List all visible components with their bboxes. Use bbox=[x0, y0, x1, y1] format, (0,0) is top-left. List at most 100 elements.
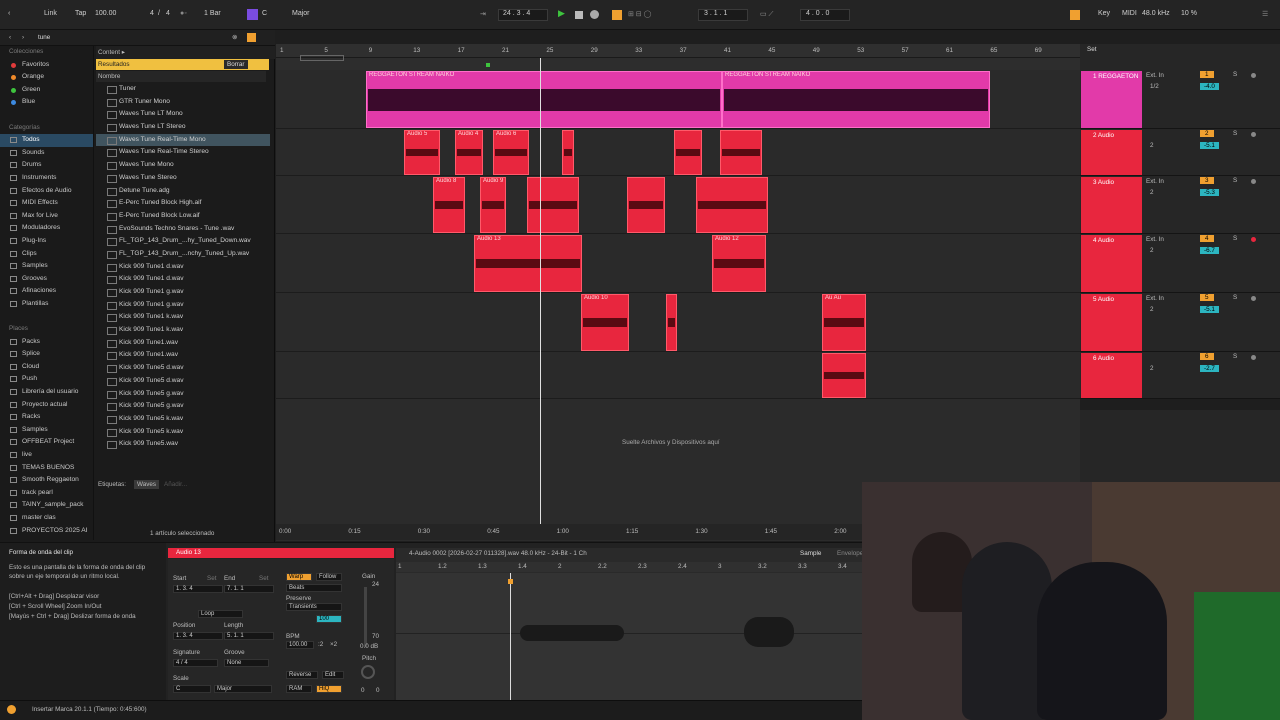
key-scale[interactable]: Major bbox=[292, 10, 310, 17]
length-field[interactable]: 5. 1. 1 bbox=[224, 632, 274, 640]
solo-button[interactable]: S bbox=[1233, 294, 1237, 301]
track-header-4[interactable]: 4 Audio Ext. In 2 4 -6.7 S bbox=[1080, 234, 1280, 293]
clip-audio-5[interactable]: Audio 5 bbox=[404, 130, 440, 175]
clip-audio-f[interactable] bbox=[627, 177, 665, 233]
category-item[interactable]: Efectos de Audio bbox=[0, 185, 93, 198]
clear-button[interactable]: Borrar bbox=[224, 60, 248, 69]
name-column-header[interactable]: Nombre bbox=[98, 73, 120, 80]
record-icon[interactable] bbox=[590, 10, 599, 19]
draw-icon[interactable] bbox=[1070, 10, 1080, 20]
track-input-channel[interactable]: 2 bbox=[1150, 365, 1154, 372]
result-item[interactable]: Kick 909 Tune1 k.wav bbox=[96, 324, 270, 337]
double-tempo-button[interactable]: ×2 bbox=[330, 641, 337, 648]
track-activator[interactable]: 2 bbox=[1200, 130, 1214, 137]
follow-button[interactable]: Follow bbox=[316, 573, 342, 581]
category-item[interactable]: Favoritos bbox=[0, 59, 93, 72]
detune-value[interactable]: 0 bbox=[376, 687, 380, 694]
tempo-field[interactable]: 100.00 bbox=[95, 10, 116, 17]
category-item[interactable]: Moduladores bbox=[0, 222, 93, 235]
category-item[interactable]: master clas bbox=[0, 512, 93, 525]
metronome-icon[interactable]: ●◦ bbox=[180, 10, 187, 17]
track-volume[interactable]: -5.3 bbox=[1200, 189, 1219, 196]
reverse-button[interactable]: Reverse bbox=[286, 671, 318, 679]
waveform-area[interactable] bbox=[396, 573, 862, 701]
key-icon[interactable] bbox=[247, 9, 258, 20]
category-item[interactable]: OFFBEAT Project bbox=[0, 436, 93, 449]
tag-add[interactable]: Añadir... bbox=[164, 481, 187, 488]
result-item[interactable]: Kick 909 Tune1 k.wav bbox=[96, 311, 270, 324]
warp-mode[interactable]: Beats bbox=[286, 584, 342, 592]
follow-icon[interactable]: ⇥ bbox=[480, 10, 486, 18]
playhead[interactable] bbox=[540, 58, 541, 524]
set-start-button[interactable]: Set bbox=[207, 575, 216, 582]
result-item[interactable]: Kick 909 Tune5 d.wav bbox=[96, 375, 270, 388]
start-marker[interactable] bbox=[508, 579, 513, 584]
lane-6[interactable] bbox=[276, 352, 1080, 399]
result-item[interactable]: Waves Tune Mono bbox=[96, 159, 270, 172]
category-item[interactable]: live bbox=[0, 449, 93, 462]
set-label[interactable]: Set bbox=[1087, 46, 1096, 53]
category-item[interactable]: Instruments bbox=[0, 172, 93, 185]
track-activator[interactable]: 3 bbox=[1200, 177, 1214, 184]
solo-button[interactable]: S bbox=[1233, 235, 1237, 242]
category-item[interactable]: Drums bbox=[0, 159, 93, 172]
category-item[interactable]: Plantillas bbox=[0, 298, 93, 311]
back-icon[interactable]: ‹ bbox=[8, 10, 10, 17]
category-item[interactable]: TEMAS BUENOS bbox=[0, 462, 93, 475]
solo-button[interactable]: S bbox=[1233, 130, 1237, 137]
lane-3[interactable] bbox=[276, 176, 1080, 234]
track-input-channel[interactable]: 2 bbox=[1150, 306, 1154, 313]
clip-audio-10[interactable]: Audio 10 bbox=[581, 294, 629, 351]
beat-ruler[interactable]: 1 5 9 13 17 21 25 29 33 37 41 45 49 53 57 61 65 69 bbox=[276, 44, 1080, 58]
warp-button[interactable]: Warp bbox=[286, 573, 312, 581]
result-item[interactable]: FL_TGP_143_Drum_...nchy_Tuned_Up.wav bbox=[96, 248, 270, 261]
loop-brace[interactable] bbox=[300, 55, 344, 61]
result-item[interactable]: Kick 909 Tune5 g.wav bbox=[96, 388, 270, 401]
sig-num[interactable]: 4 bbox=[150, 10, 154, 17]
link-button[interactable]: Link bbox=[44, 10, 57, 17]
track-input-type[interactable]: Ext. In bbox=[1146, 72, 1164, 79]
category-item[interactable]: Clips bbox=[0, 248, 93, 261]
marker-icon[interactable] bbox=[486, 63, 490, 67]
track-name[interactable]: 1 REGGAETON bbox=[1093, 73, 1138, 80]
track-name[interactable]: 6 Audio bbox=[1093, 355, 1114, 362]
start-field[interactable]: 1. 3. 4 bbox=[173, 585, 223, 593]
loop-icon[interactable]: ▭ ⟋ bbox=[760, 10, 773, 19]
track-input-type[interactable]: Ext. In bbox=[1146, 236, 1164, 243]
track-input-type[interactable]: Ext. In bbox=[1146, 178, 1164, 185]
key-map-button[interactable]: Key bbox=[1098, 10, 1110, 17]
track-input-type[interactable]: Ext. In bbox=[1146, 295, 1164, 302]
track-input-channel[interactable]: 1/2 bbox=[1150, 83, 1159, 90]
scrub-area[interactable] bbox=[276, 58, 1080, 70]
track-name[interactable]: 5 Audio bbox=[1093, 296, 1114, 303]
tap-button[interactable]: Tap bbox=[75, 10, 86, 17]
result-item[interactable]: Kick 909 Tune1 g.wav bbox=[96, 299, 270, 312]
category-item[interactable]: Splice bbox=[0, 348, 93, 361]
clip-audio-e[interactable] bbox=[527, 177, 579, 233]
signature-field[interactable]: 4 / 4 bbox=[173, 659, 218, 667]
track-activator[interactable]: 6 bbox=[1200, 353, 1214, 360]
track-input-channel[interactable]: 2 bbox=[1150, 142, 1154, 149]
envelope-tab[interactable]: Envelope bbox=[837, 550, 863, 557]
track-volume[interactable]: -2.7 bbox=[1200, 365, 1219, 372]
position-field[interactable]: 1. 3. 4 bbox=[173, 632, 223, 640]
category-item[interactable]: Cloud bbox=[0, 361, 93, 374]
clip-audio-b[interactable] bbox=[562, 130, 574, 175]
category-item[interactable]: Max for Live bbox=[0, 210, 93, 223]
result-item[interactable]: Detune Tune.adg bbox=[96, 185, 270, 198]
clip-reggaeton-1[interactable]: REGGAETON STREAM NAIKO bbox=[366, 71, 722, 128]
track-color-strip[interactable]: 4 Audio bbox=[1081, 235, 1142, 292]
loop-start[interactable]: 3 . 1 . 1 bbox=[704, 10, 727, 17]
lane-4[interactable] bbox=[276, 234, 1080, 293]
scale-root[interactable]: C bbox=[173, 685, 211, 693]
quantize-menu[interactable]: 1 Bar bbox=[204, 10, 221, 17]
clip-audio-9[interactable]: Audio 9 bbox=[480, 177, 506, 233]
warning-icon[interactable] bbox=[7, 705, 16, 714]
clip-reggaeton-2[interactable]: REGGAETON STREAM NAIKO bbox=[722, 71, 990, 128]
automation-icon[interactable]: ⊞ ⊟ ◯ bbox=[628, 10, 651, 18]
category-item[interactable]: PROYECTOS 2025 AI bbox=[0, 525, 93, 538]
hiq-button[interactable]: HiQ bbox=[316, 685, 342, 693]
tag-waves[interactable]: Waves bbox=[134, 480, 160, 489]
track-name[interactable]: 2 Audio bbox=[1093, 132, 1114, 139]
gain-value[interactable]: 0.0 dB bbox=[360, 643, 378, 650]
